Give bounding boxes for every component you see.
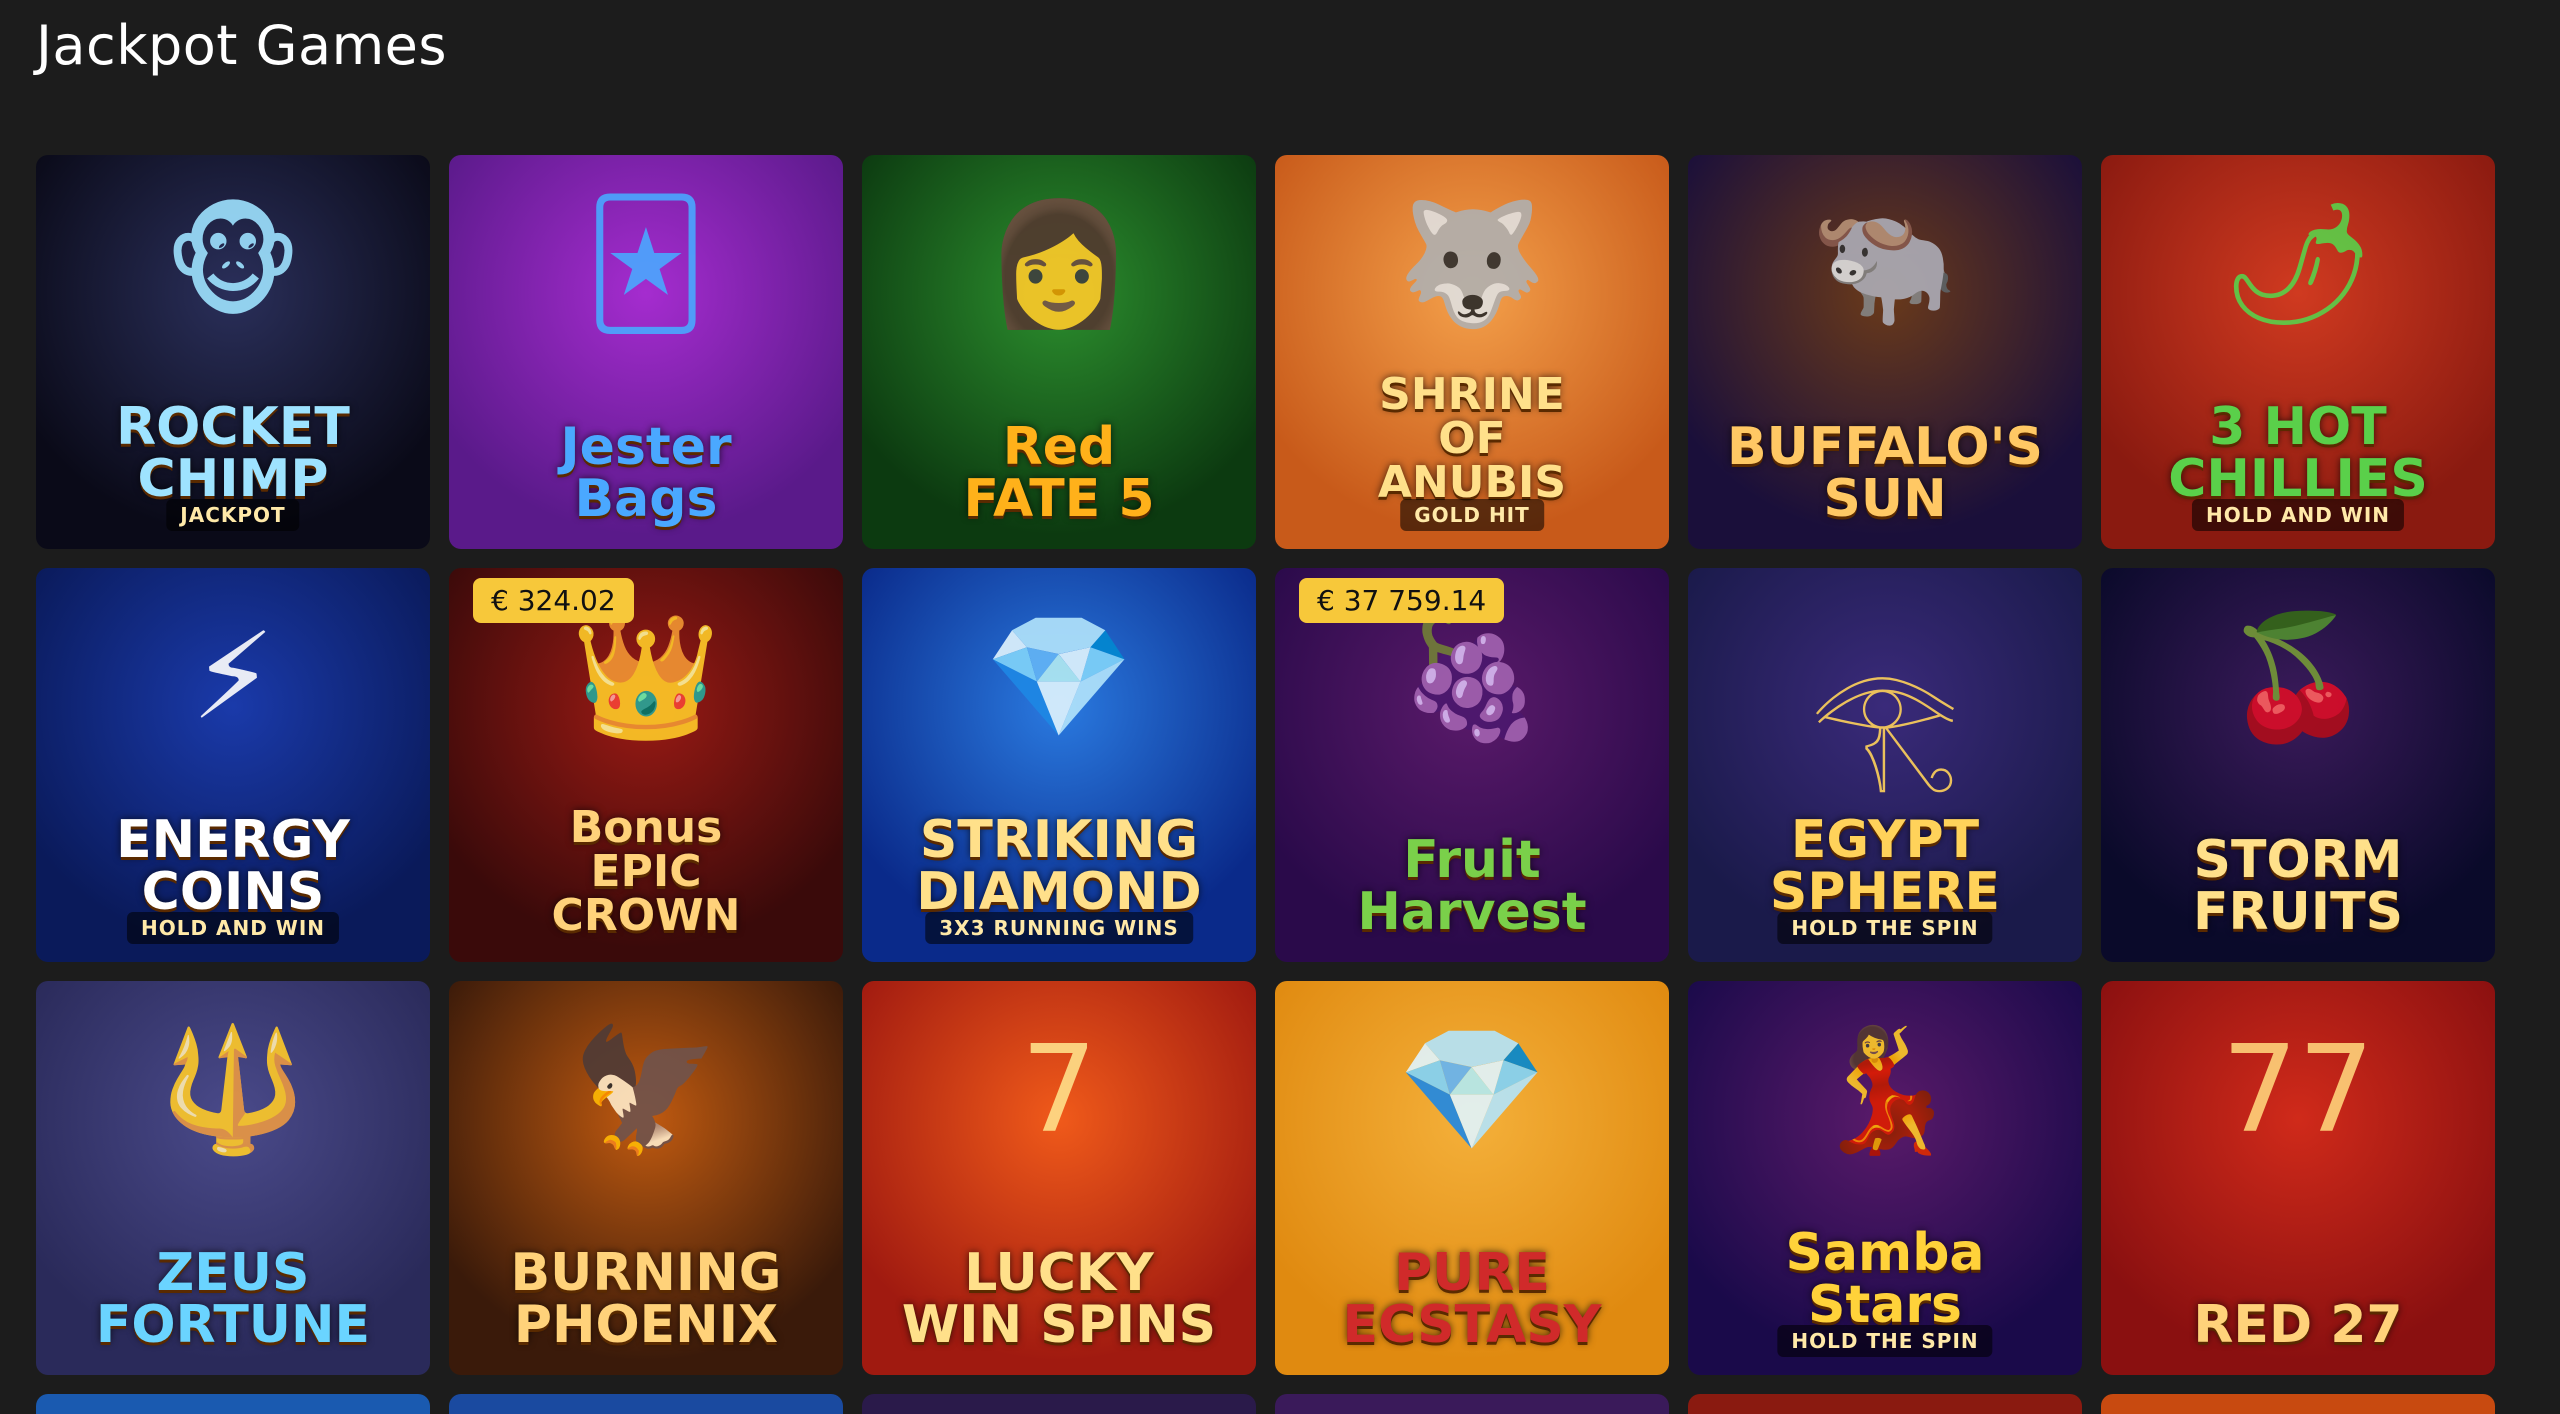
game-subtitle: HOLD AND WIN	[2191, 499, 2405, 531]
game-title: BURNING PHOENIX	[510, 1243, 782, 1355]
game-tile[interactable]: 🌶 3 HOT CHILLIES HOLD AND WIN	[2101, 155, 2495, 549]
game-title: ROCKET CHIMP	[116, 397, 350, 509]
game-tile[interactable]: 💎 STRIKING DIAMOND 3X3 RUNNING WINS	[862, 568, 1256, 962]
game-title: STRIKING DIAMOND	[916, 810, 1202, 922]
game-tile[interactable]: 🐵 ROCKET CHIMP JACKPOT	[36, 155, 430, 549]
game-title: PURE ECSTASY	[1342, 1243, 1602, 1355]
game-tile-partial[interactable]	[449, 1394, 843, 1414]
fortune-woman-icon: 👩	[984, 195, 1134, 334]
game-title: 3 HOT CHILLIES	[2168, 397, 2428, 509]
page-title: Jackpot Games	[36, 14, 448, 77]
game-title: ZEUS FORTUNE	[95, 1243, 371, 1355]
game-tile[interactable]: 7 LUCKY WIN SPINS	[862, 981, 1256, 1375]
game-subtitle: GOLD HIT	[1400, 499, 1544, 531]
game-title: LUCKY WIN SPINS	[901, 1243, 1217, 1355]
game-tile-partial[interactable]	[1688, 1394, 2082, 1414]
game-tile[interactable]: 🐃 BUFFALO'S SUN	[1688, 155, 2082, 549]
zeus-icon: 🔱	[158, 1021, 308, 1160]
game-subtitle: JACKPOT	[166, 499, 300, 531]
game-subtitle: HOLD THE SPIN	[1777, 1325, 1993, 1357]
lucky-seven-icon: 7	[1020, 1021, 1098, 1160]
anubis-icon: 🐺	[1397, 195, 1547, 334]
game-title: EGYPT SPHERE	[1769, 810, 2001, 922]
game-tile[interactable]: 🐺 SHRINE OF ANUBIS GOLD HIT	[1275, 155, 1669, 549]
game-title: RED 27	[2193, 1295, 2403, 1355]
game-tile[interactable]: ⚡ ENERGY COINS HOLD AND WIN	[36, 568, 430, 962]
lightning-coin-icon: ⚡	[190, 608, 276, 747]
game-subtitle: HOLD THE SPIN	[1777, 912, 1993, 944]
jackpot-amount-badge: € 37 759.14	[1299, 578, 1505, 623]
game-subtitle: 3X3 RUNNING WINS	[925, 912, 1193, 944]
buffalo-icon: 🐃	[1810, 195, 1960, 334]
pharaoh-icon: 𓂀	[1810, 656, 1960, 795]
game-tile[interactable]: 🍒 STORM FRUITS	[2101, 568, 2495, 962]
phoenix-icon: 🦅	[571, 1021, 721, 1160]
game-title: BUFFALO'S SUN	[1726, 417, 2044, 529]
game-title: ENERGY COINS	[116, 810, 350, 922]
jackpot-amount-badge: € 324.02	[473, 578, 634, 623]
game-title: Samba Stars	[1785, 1223, 1985, 1335]
game-tile[interactable]: 🔱 ZEUS FORTUNE	[36, 981, 430, 1375]
fruit-crown-icon: 🍒	[2223, 608, 2373, 747]
game-tile-partial[interactable]	[36, 1394, 430, 1414]
game-tile[interactable]: 👑 Bonus EPIC CROWN € 324.02	[449, 568, 843, 962]
game-tile[interactable]: 🍇 Fruit Harvest € 37 759.14	[1275, 568, 1669, 962]
crown-icon: 👑	[571, 608, 721, 747]
sevens-slot-icon: 77	[2221, 1021, 2375, 1160]
game-grid: 🐵 ROCKET CHIMP JACKPOT 🃏 Jester Bags 👩 Red FAT…	[36, 155, 2495, 1375]
astronaut-chimp-icon: 🐵	[163, 195, 303, 334]
fruit-basket-icon: 🍇	[1397, 608, 1547, 747]
samba-dancer-icon: 💃	[1810, 1021, 1960, 1160]
game-title: STORM FRUITS	[2192, 830, 2404, 942]
game-tile-partial[interactable]	[1275, 1394, 1669, 1414]
game-tile-partial[interactable]	[862, 1394, 1256, 1414]
game-tile[interactable]: 🃏 Jester Bags	[449, 155, 843, 549]
diamond-icon: 💎	[984, 608, 1134, 747]
game-title: Red FATE 5	[963, 417, 1155, 529]
game-tile[interactable]: 🦅 BURNING PHOENIX	[449, 981, 843, 1375]
game-title: SHRINE OF ANUBIS	[1377, 369, 1567, 508]
game-subtitle: HOLD AND WIN	[126, 912, 340, 944]
twin-diamonds-icon: 💎	[1397, 1021, 1547, 1160]
chili-pepper-icon: 🌶	[2221, 195, 2375, 334]
game-tile[interactable]: 77 RED 27	[2101, 981, 2495, 1375]
game-title: Jester Bags	[560, 417, 732, 529]
game-tile[interactable]: 💎 PURE ECSTASY	[1275, 981, 1669, 1375]
game-title: Fruit Harvest	[1357, 830, 1587, 942]
game-tile[interactable]: 💃 Samba Stars HOLD THE SPIN	[1688, 981, 2082, 1375]
game-tile-partial[interactable]	[2101, 1394, 2495, 1414]
jester-icon: 🃏	[584, 195, 708, 334]
game-tile[interactable]: 𓂀 EGYPT SPHERE HOLD THE SPIN	[1688, 568, 2082, 962]
game-tile[interactable]: 👩 Red FATE 5	[862, 155, 1256, 549]
game-title: Bonus EPIC CROWN	[551, 802, 741, 941]
